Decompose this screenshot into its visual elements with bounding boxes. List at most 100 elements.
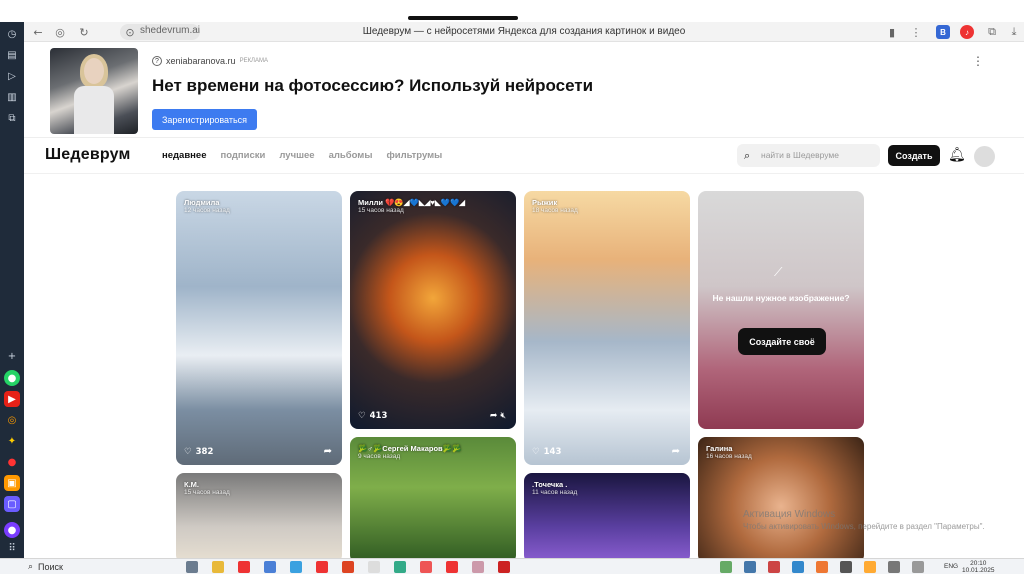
- feed-card[interactable]: Милли 💔😍◢💙◣◢♥◣💙💙◢ 15 часов назад ♡ 413 ➦ …: [350, 191, 516, 429]
- page-title: Шедеврум — с нейросетями Яндекса для соз…: [362, 26, 686, 37]
- feed-card[interactable]: К.М. 15 часов назад: [176, 473, 342, 563]
- notes-icon[interactable]: ▥: [4, 89, 20, 105]
- heart-icon: ♡: [184, 447, 192, 457]
- tray-icon[interactable]: [744, 561, 756, 573]
- reload-icon[interactable]: ↻: [76, 24, 92, 40]
- tray-icon[interactable]: [864, 561, 876, 573]
- extensions-icon[interactable]: ⧉: [984, 24, 1000, 40]
- windows-watermark-title: Активация Windows: [743, 509, 836, 520]
- taskbar-search[interactable]: ⌕ Поиск: [28, 561, 63, 572]
- card-author[interactable]: К.М.: [184, 480, 199, 489]
- feed-card[interactable]: .Точечка . 11 часов назад: [524, 473, 690, 563]
- lock-icon: ⊙: [125, 25, 135, 39]
- tab-subscriptions[interactable]: подписки: [220, 150, 265, 161]
- ad-tag: реклама: [239, 58, 269, 64]
- card-author[interactable]: .Точечка .: [532, 480, 567, 489]
- pdf-icon[interactable]: [498, 561, 510, 573]
- feed-card[interactable]: Людмила 12 часов назад ♡ 382 ➦: [176, 191, 342, 465]
- taskbar: ⌕ Поиск ENG 20:10 10.01.2025: [0, 558, 1024, 574]
- ad-image[interactable]: [50, 48, 138, 134]
- register-button[interactable]: Зарегистрироваться: [152, 109, 257, 130]
- tray-icon[interactable]: [792, 561, 804, 573]
- tray-icon[interactable]: [720, 561, 732, 573]
- like-button[interactable]: ♡ 143: [532, 447, 561, 457]
- download-icon[interactable]: ⤓: [1006, 24, 1022, 40]
- whatsapp-icon[interactable]: ●: [4, 370, 20, 386]
- maps-icon[interactable]: ●: [4, 454, 20, 470]
- ad-banner[interactable]: ? xeniabaranova.ru реклама Нет времени н…: [24, 42, 1024, 138]
- create-button[interactable]: Создать: [888, 145, 940, 166]
- yandex-icon[interactable]: [316, 561, 328, 573]
- menu-dots-icon[interactable]: ⋮: [908, 24, 924, 40]
- language-indicator[interactable]: ENG: [944, 563, 958, 570]
- bookmark-icon[interactable]: ▮: [884, 24, 900, 40]
- tab-filtrums[interactable]: фильтрумы: [386, 150, 442, 161]
- search-placeholder: найти в Шедевруме: [761, 150, 839, 160]
- explorer-icon[interactable]: [212, 561, 224, 573]
- tray-icon[interactable]: [888, 561, 900, 573]
- share-icon[interactable]: ➦: [672, 446, 680, 457]
- avatar[interactable]: [974, 146, 995, 167]
- card-author[interactable]: Рыжик: [532, 198, 557, 207]
- card-author[interactable]: Людмила: [184, 198, 219, 207]
- like-button[interactable]: ♡ 413: [358, 411, 387, 421]
- protect-icon[interactable]: ◎: [52, 24, 68, 40]
- yandex-active-icon[interactable]: [446, 561, 458, 573]
- ad-more-icon[interactable]: ⋮: [972, 54, 984, 68]
- tray-icon[interactable]: [912, 561, 924, 573]
- active-indicator: [408, 16, 518, 20]
- task-view-icon[interactable]: [186, 561, 198, 573]
- market-icon[interactable]: ▣: [4, 475, 20, 491]
- card-author[interactable]: Милли 💔😍◢💙◣◢♥◣💙💙◢: [358, 198, 465, 207]
- feed-card[interactable]: Галина 16 часов назад: [698, 437, 864, 563]
- clock-time: 20:10: [970, 560, 987, 567]
- bell-icon[interactable]: 🔔︎: [948, 147, 966, 163]
- calculator-icon[interactable]: [264, 561, 276, 573]
- tab-albums[interactable]: альбомы: [329, 150, 373, 161]
- collections-icon[interactable]: ▤: [4, 47, 20, 63]
- yandex-browser-icon[interactable]: [238, 561, 250, 573]
- zen-icon[interactable]: ✦: [4, 433, 20, 449]
- clock[interactable]: 20:10 10.01.2025: [962, 560, 995, 574]
- card-author[interactable]: 🥦♂🥦Сергей Макаров🥦🥦: [358, 444, 461, 453]
- feed-card[interactable]: 🥦♂🥦Сергей Макаров🥦🥦 9 часов назад: [350, 437, 516, 563]
- like-button[interactable]: ♡ 382: [184, 447, 213, 457]
- ad-title[interactable]: Нет времени на фотосессию? Используй ней…: [152, 76, 593, 96]
- youtube-icon[interactable]: ▶: [4, 391, 20, 407]
- screenshot-icon[interactable]: ⧉: [4, 110, 20, 126]
- add-icon[interactable]: +: [4, 348, 20, 364]
- history-icon[interactable]: ◷: [4, 26, 20, 42]
- play-icon[interactable]: ▷: [4, 68, 20, 84]
- app-icon[interactable]: [420, 561, 432, 573]
- music-extension-icon[interactable]: ♪: [960, 25, 974, 39]
- card-time: 18 часов назад: [532, 207, 578, 214]
- card-author[interactable]: Галина: [706, 444, 732, 453]
- search-input[interactable]: ⌕ найти в Шедевруме: [737, 144, 880, 167]
- create-own-button[interactable]: Создайте своё: [738, 328, 826, 355]
- mute-icon[interactable]: ➦ 🔇︎: [490, 411, 506, 421]
- tab-recent[interactable]: недавнее: [162, 150, 206, 161]
- share-icon[interactable]: ➦: [324, 446, 332, 457]
- logo[interactable]: Шедеврум: [45, 146, 131, 164]
- magic-wand-icon: ⟋: [774, 265, 783, 279]
- ok-icon[interactable]: ◎: [4, 412, 20, 428]
- feed-card[interactable]: Рыжик 18 часов назад ♡ 143 ➦: [524, 191, 690, 465]
- taskbar-search-label: Поиск: [38, 561, 63, 572]
- apps-icon[interactable]: ⠿: [4, 540, 20, 556]
- tab-best[interactable]: лучшее: [279, 150, 314, 161]
- tray-icon[interactable]: [768, 561, 780, 573]
- messenger-icon[interactable]: ▢: [4, 496, 20, 512]
- tray-icon[interactable]: [816, 561, 828, 573]
- url-text[interactable]: shedevrum.ai: [140, 25, 200, 36]
- alice-icon[interactable]: ●: [4, 522, 20, 538]
- chrome-icon[interactable]: [394, 561, 406, 573]
- tray-icon[interactable]: [840, 561, 852, 573]
- back-icon[interactable]: ←: [30, 24, 46, 40]
- opera-icon[interactable]: [342, 561, 354, 573]
- search-icon: ⌕: [28, 561, 34, 571]
- app-icon[interactable]: [290, 561, 302, 573]
- vk-extension-icon[interactable]: В: [936, 25, 950, 39]
- app-icon[interactable]: [472, 561, 484, 573]
- notepad-icon[interactable]: [368, 561, 380, 573]
- question-icon[interactable]: ?: [152, 56, 162, 66]
